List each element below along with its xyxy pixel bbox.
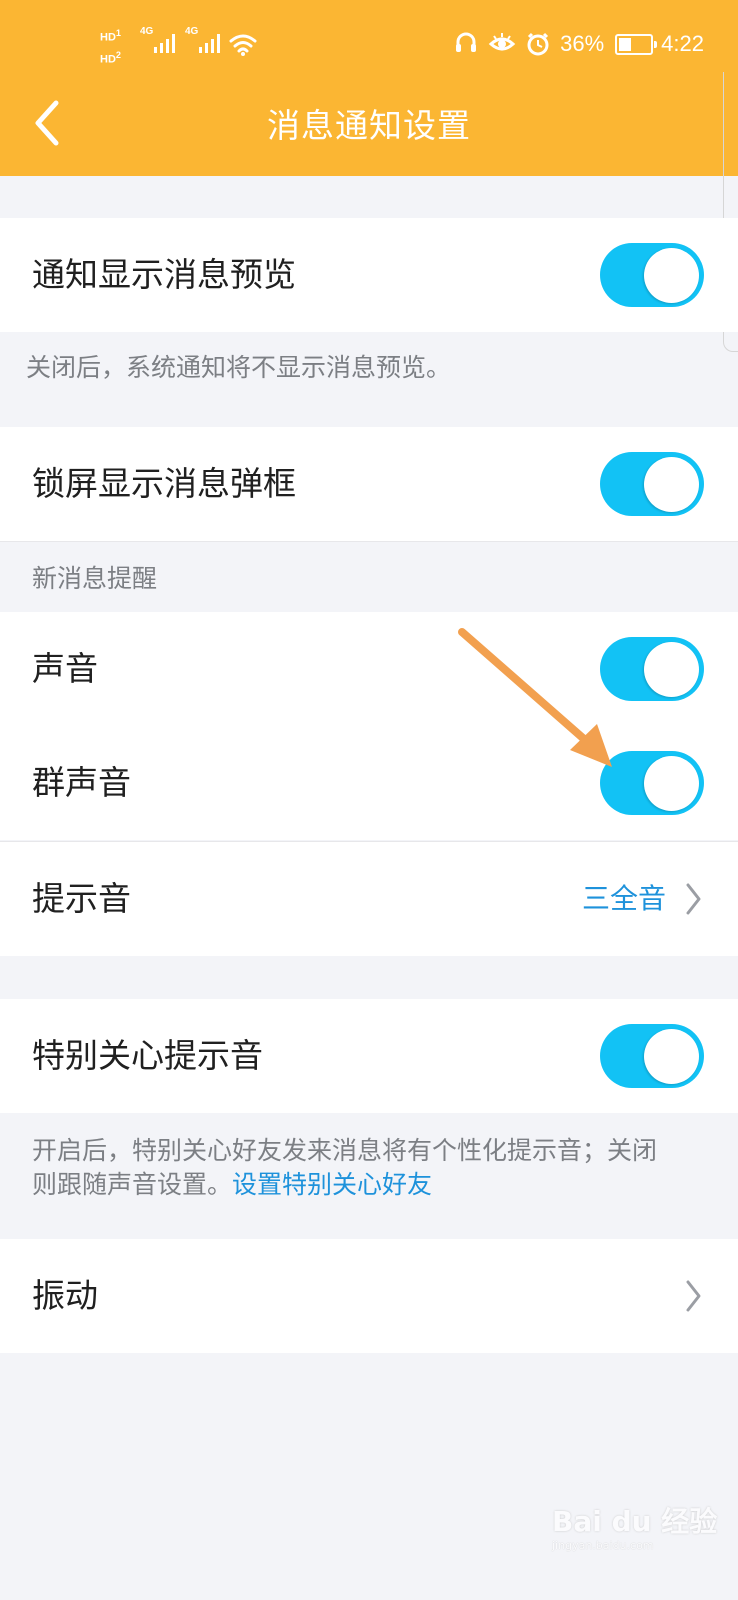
group-sound-setting-label: 群声音 bbox=[32, 763, 131, 802]
preview-setting-label: 通知显示消息预览 bbox=[32, 255, 296, 294]
new-message-section-title: 新消息提醒 bbox=[32, 564, 158, 593]
alarm-icon bbox=[527, 32, 549, 56]
wifi-icon bbox=[229, 34, 257, 56]
chevron-right-icon bbox=[686, 1280, 701, 1312]
sound-setting-row[interactable]: 声音 bbox=[0, 612, 738, 726]
tone-setting-row[interactable]: 提示音 三全音 bbox=[0, 842, 738, 956]
clock-time: 4:22 bbox=[661, 31, 704, 56]
lock-screen-setting-row[interactable]: 锁屏显示消息弹框 bbox=[0, 427, 738, 541]
signal-icon bbox=[199, 34, 220, 53]
sound-setting-label: 声音 bbox=[32, 649, 98, 688]
set-special-care-friends-link[interactable]: 设置特别关心好友 bbox=[232, 1170, 432, 1199]
sound-toggle[interactable] bbox=[600, 637, 704, 701]
special-care-tone-label: 特别关心提示音 bbox=[32, 1036, 263, 1075]
status-bar: HD1 HD2 4G 4G 36% 4:22 bbox=[0, 24, 738, 66]
special-care-tone-toggle[interactable] bbox=[600, 1024, 704, 1088]
eye-comfort-icon bbox=[488, 33, 516, 51]
group-sound-setting-row[interactable]: 群声音 bbox=[0, 726, 738, 840]
toggle-knob bbox=[644, 1029, 699, 1084]
toggle-knob bbox=[644, 756, 699, 811]
tone-setting-label: 提示音 bbox=[32, 879, 131, 918]
section-divider bbox=[0, 541, 738, 542]
preview-setting-row[interactable]: 通知显示消息预览 bbox=[0, 218, 738, 332]
top-app-bar: HD1 HD2 4G 4G 36% 4:22 消息通知设置 bbox=[0, 0, 738, 176]
lock-screen-toggle[interactable] bbox=[600, 452, 704, 516]
vibration-setting-label: 振动 bbox=[32, 1276, 98, 1315]
vibration-setting-row[interactable]: 振动 bbox=[0, 1239, 738, 1353]
watermark-brand: Bai du 经验 bbox=[552, 1505, 718, 1538]
lock-screen-setting-label: 锁屏显示消息弹框 bbox=[32, 464, 296, 503]
special-care-note-text: 则跟随声音设置。 bbox=[32, 1170, 233, 1199]
tone-current-value: 三全音 bbox=[581, 882, 666, 915]
preview-toggle[interactable] bbox=[600, 243, 704, 307]
chevron-right-icon bbox=[686, 883, 701, 915]
signal-icon bbox=[154, 34, 175, 53]
battery-percent: 36% bbox=[560, 31, 605, 56]
network-status: HD1 HD2 4G 4G bbox=[100, 24, 270, 66]
toggle-knob bbox=[644, 457, 699, 512]
group-sound-toggle[interactable] bbox=[600, 751, 704, 815]
watermark-url: jingyan.baidu.com bbox=[552, 1539, 654, 1552]
hd-badge-1: HD1 bbox=[100, 28, 121, 44]
battery-icon bbox=[615, 33, 658, 55]
toggle-knob bbox=[644, 248, 699, 303]
hd-badge-2: HD2 bbox=[100, 50, 121, 66]
special-care-note-line-2: 则跟随声音设置。设置特别关心好友 bbox=[32, 1167, 432, 1203]
special-care-note-line-1: 开启后，特别关心好友发来消息将有个性化提示音；关闭 bbox=[32, 1136, 658, 1165]
notification-settings-screen: HD1 HD2 4G 4G 36% 4:22 消息通知设置 通知显示消息预览 关… bbox=[0, 0, 738, 1600]
special-care-tone-row[interactable]: 特别关心提示音 bbox=[0, 999, 738, 1113]
page-title: 消息通知设置 bbox=[267, 106, 471, 145]
preview-setting-note: 关闭后，系统通知将不显示消息预览。 bbox=[26, 353, 452, 382]
toggle-knob bbox=[644, 642, 699, 697]
baidu-jingyan-watermark: Bai du 经验 jingyan.baidu.com bbox=[552, 1505, 717, 1557]
device-status: 36% 4:22 bbox=[452, 24, 704, 64]
headset-icon bbox=[456, 32, 477, 52]
